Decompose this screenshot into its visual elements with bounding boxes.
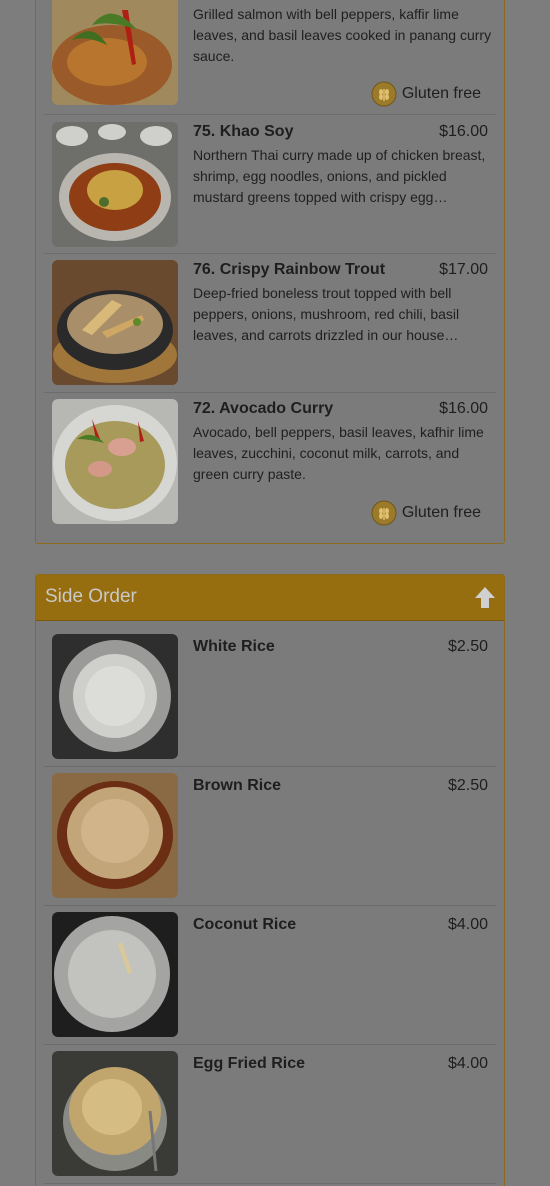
item-photo	[52, 773, 178, 898]
item-name: Brown Rice	[193, 777, 282, 794]
section-title: Side Order	[45, 586, 137, 607]
side-order-header[interactable]: Side Order	[36, 575, 504, 621]
item-description: Grilled salmon with bell peppers, kaffir…	[193, 6, 492, 64]
menu-item-salmon[interactable]: Grilled salmon with bell peppers, kaffir…	[44, 0, 496, 115]
item-price: $17.00	[439, 261, 488, 278]
gluten-free-tag: Gluten free	[371, 500, 481, 526]
item-name: Coconut Rice	[193, 916, 297, 933]
item-photo	[52, 399, 178, 524]
item-photo	[52, 912, 178, 1037]
item-description: Northern Thai curry made up of chicken b…	[193, 147, 486, 205]
menu-item-brown-rice[interactable]: Brown Rice $2.50	[44, 767, 496, 906]
item-price: $2.50	[447, 777, 488, 794]
item-name: White Rice	[193, 638, 275, 655]
menu-item-crispy-rainbow-trout[interactable]: 76. Crispy Rainbow Trout $17.00 Deep-fri…	[44, 254, 496, 393]
item-description: Avocado, bell peppers, basil leaves, kaf…	[193, 424, 484, 482]
wheat-icon	[371, 500, 397, 526]
gluten-free-label: Gluten free	[401, 504, 481, 521]
menu-item-coconut-rice[interactable]: Coconut Rice $4.00	[44, 906, 496, 1045]
curry-panel: Grilled salmon with bell peppers, kaffir…	[35, 0, 505, 544]
item-photo	[52, 122, 178, 247]
item-photo	[52, 0, 178, 105]
item-photo	[52, 1051, 178, 1176]
menu-item-white-rice[interactable]: White Rice $2.50	[44, 628, 496, 767]
item-photo	[52, 634, 178, 759]
item-name: 72. Avocado Curry	[193, 400, 334, 417]
gluten-free-label: Gluten free	[401, 85, 481, 102]
item-description: Deep-fried boneless trout topped with be…	[193, 285, 460, 343]
item-price: $4.00	[447, 916, 488, 933]
side-order-panel: Side Order White Rice $2.50 Brown Rice $…	[35, 574, 505, 1186]
item-price: $4.00	[447, 1055, 488, 1072]
item-name: 75. Khao Soy	[193, 123, 294, 140]
item-price: $16.00	[439, 400, 488, 417]
item-name: Egg Fried Rice	[193, 1055, 306, 1072]
menu-item-avocado-curry[interactable]: 72. Avocado Curry $16.00 Avocado, bell p…	[44, 393, 496, 533]
item-price: $16.00	[439, 123, 488, 140]
arrow-up-icon[interactable]	[474, 586, 496, 610]
item-name: 76. Crispy Rainbow Trout	[193, 261, 386, 278]
wheat-icon	[371, 81, 397, 107]
item-price: $2.50	[447, 638, 488, 655]
menu-item-khao-soy[interactable]: 75. Khao Soy $16.00 Northern Thai curry …	[44, 115, 496, 254]
item-photo	[52, 260, 178, 385]
menu-item-egg-fried-rice[interactable]: Egg Fried Rice $4.00	[44, 1045, 496, 1184]
gluten-free-tag: Gluten free	[371, 81, 481, 107]
